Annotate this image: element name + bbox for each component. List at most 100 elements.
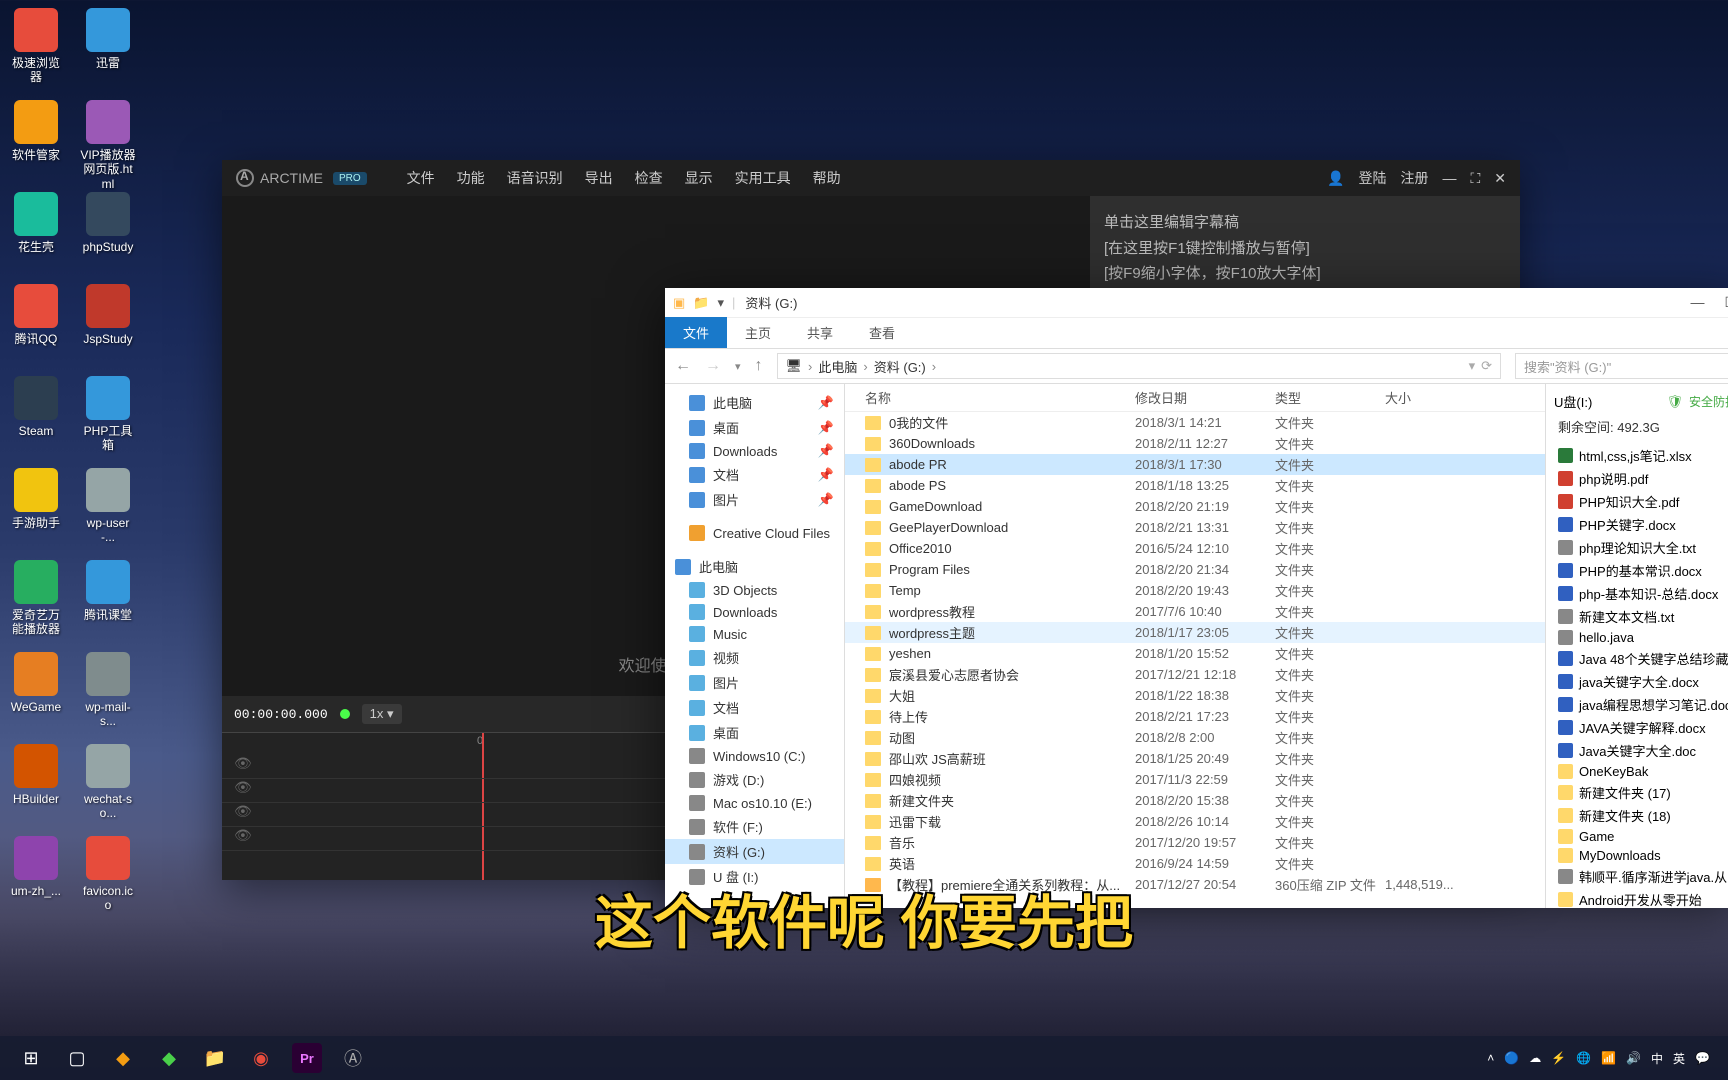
desktop-icon[interactable]: JspStudy [80, 284, 136, 346]
login-link[interactable]: 登陆 [1358, 168, 1386, 188]
file-row[interactable]: 宸溪县爱心志愿者协会2017/12/21 12:18文件夹 [845, 664, 1545, 685]
preview-file-item[interactable]: Java 48个关键字总结珍藏 [1554, 647, 1728, 670]
preview-file-item[interactable]: JAVA关键字解释.docx [1554, 716, 1728, 739]
preview-file-item[interactable]: php理论知识大全.txt [1554, 536, 1728, 559]
sidebar-item[interactable]: 软件 (F:) [665, 814, 844, 839]
desktop-icon[interactable]: 迅雷 [80, 8, 136, 70]
desktop-icon[interactable]: 极速浏览器 [8, 8, 64, 85]
file-row[interactable]: 动图2018/2/8 2:00文件夹 [845, 727, 1545, 748]
file-row[interactable]: abode PR2018/3/1 17:30文件夹 [845, 454, 1545, 475]
sidebar-item[interactable]: 桌面📌 [665, 415, 844, 440]
file-row[interactable]: 四娘视频2017/11/3 22:59文件夹 [845, 769, 1545, 790]
file-row[interactable]: GameDownload2018/2/20 21:19文件夹 [845, 496, 1545, 517]
sidebar-item[interactable]: 文档📌 [665, 462, 844, 487]
sidebar-item[interactable]: Downloads [665, 601, 844, 623]
preview-file-item[interactable]: 新建文件夹 (18) [1554, 804, 1728, 827]
desktop-icon[interactable]: um-zh_... [8, 836, 64, 898]
desktop-icon[interactable]: phpStudy [80, 192, 136, 254]
address-bar[interactable]: 🖥 › 此电脑 › 资料 (G:) › ▾ ⟳ [777, 353, 1501, 379]
preview-file-item[interactable]: php-基本知识-总结.docx [1554, 582, 1728, 605]
tray-icon[interactable]: ⚡ [1551, 1051, 1566, 1065]
desktop-icon[interactable]: PHP工具箱 [80, 376, 136, 453]
desktop-icon[interactable]: HBuilder [8, 744, 64, 806]
register-link[interactable]: 注册 [1400, 168, 1428, 188]
file-row[interactable]: 音乐2017/12/20 19:57文件夹 [845, 832, 1545, 853]
preview-file-item[interactable]: Java关键字大全.doc [1554, 739, 1728, 762]
tray-icon[interactable]: ☁ [1529, 1051, 1541, 1065]
desktop-icon[interactable]: VIP播放器网页版.html [80, 100, 136, 191]
sidebar-item[interactable]: Windows10 (C:) [665, 745, 844, 767]
sidebar-item[interactable]: 资料 (G:) [665, 839, 844, 864]
sidebar-item[interactable]: Downloads📌 [665, 440, 844, 462]
file-row[interactable]: 迅雷下载2018/2/26 10:14文件夹 [845, 811, 1545, 832]
preview-file-item[interactable]: 韩顺平.循序渐进学java.从 [1554, 865, 1728, 888]
sidebar-section-header[interactable]: 此电脑 [665, 554, 844, 579]
file-row[interactable]: 邵山欢 JS高薪班2018/1/25 20:49文件夹 [845, 748, 1545, 769]
minimize-button[interactable]: — [1442, 170, 1456, 186]
menu-item[interactable]: 帮助 [813, 168, 841, 188]
forward-button[interactable]: → [705, 357, 721, 375]
preview-file-item[interactable]: PHP知识大全.pdf [1554, 490, 1728, 513]
ime-lang[interactable]: 英 [1673, 1050, 1685, 1067]
file-row[interactable]: 新建文件夹2018/2/20 15:38文件夹 [845, 790, 1545, 811]
sidebar-item[interactable]: 此电脑📌 [665, 390, 844, 415]
sidebar-item[interactable]: 游戏 (D:) [665, 767, 844, 792]
search-box[interactable]: 搜索"资料 (G:)" [1515, 353, 1728, 379]
minimize-button[interactable]: — [1690, 294, 1704, 311]
preview-file-item[interactable]: 新建文件夹 (17) [1554, 781, 1728, 804]
desktop-icon[interactable]: Steam [8, 376, 64, 438]
menu-item[interactable]: 检查 [635, 168, 663, 188]
preview-file-item[interactable]: hello.java [1554, 628, 1728, 647]
refresh-button[interactable]: ⟳ [1481, 358, 1492, 374]
start-button[interactable]: ⊞ [8, 1039, 54, 1077]
speed-selector[interactable]: 1x ▾ [362, 704, 402, 724]
tray-icon[interactable]: 🌐 [1576, 1051, 1591, 1065]
preview-file-item[interactable]: 新建文本文档.txt [1554, 605, 1728, 628]
ribbon-tab[interactable]: 共享 [789, 317, 851, 348]
back-button[interactable]: ← [675, 357, 691, 375]
preview-file-item[interactable]: MyDownloads [1554, 846, 1728, 865]
sidebar-item[interactable]: Music [665, 623, 844, 645]
taskbar-app[interactable]: ◆ [146, 1039, 192, 1077]
breadcrumb-item[interactable]: 资料 (G:) [874, 357, 926, 376]
file-row[interactable]: Program Files2018/2/20 21:34文件夹 [845, 559, 1545, 580]
menu-item[interactable]: 显示 [685, 168, 713, 188]
file-row[interactable]: Office20102016/5/24 12:10文件夹 [845, 538, 1545, 559]
file-row[interactable]: wordpress教程2017/7/6 10:40文件夹 [845, 601, 1545, 622]
preview-file-item[interactable]: PHP关键字.docx [1554, 513, 1728, 536]
taskbar[interactable]: ⊞ ▢ ◆ ◆ 📁 ◉ Pr Ⓐ ˄ 🔵 ☁ ⚡ 🌐 📶 🔊 中 英 💬 [0, 1036, 1728, 1080]
ribbon-tab[interactable]: 查看 [851, 317, 913, 348]
breadcrumb-item[interactable]: 此电脑 [818, 357, 857, 376]
file-row[interactable]: Temp2018/2/20 19:43文件夹 [845, 580, 1545, 601]
notification-button[interactable]: 💬 [1695, 1051, 1710, 1065]
column-headers[interactable]: 名称 修改日期 类型 大小 [845, 384, 1545, 412]
desktop-icon[interactable]: 手游助手 [8, 468, 64, 530]
col-date[interactable]: 修改日期 [1135, 388, 1275, 407]
tray-icon[interactable]: 📶 [1601, 1051, 1616, 1065]
arctime-taskbar[interactable]: Ⓐ [330, 1039, 376, 1077]
preview-file-item[interactable]: Game [1554, 827, 1728, 846]
preview-file-item[interactable]: OneKeyBak [1554, 762, 1728, 781]
recent-dropdown[interactable]: ▾ [735, 360, 741, 373]
menu-item[interactable]: 功能 [457, 168, 485, 188]
desktop-icon[interactable]: 腾讯课堂 [80, 560, 136, 622]
dropdown-icon[interactable]: ▾ [717, 295, 724, 311]
sidebar-item[interactable]: 桌面 [665, 720, 844, 745]
preview-file-item[interactable]: PHP的基本常识.docx [1554, 559, 1728, 582]
col-name[interactable]: 名称 [865, 388, 1135, 407]
track-visibility-icon[interactable]: 👁 [234, 755, 252, 772]
file-explorer-taskbar[interactable]: 📁 [192, 1039, 238, 1077]
sidebar-item[interactable]: Creative Cloud Files [665, 522, 844, 544]
taskbar-app[interactable]: ◆ [100, 1039, 146, 1077]
tray-icon[interactable]: 🔵 [1504, 1051, 1519, 1065]
explorer-titlebar[interactable]: ▣ 📁 ▾ | 资料 (G:) — ☐ [665, 288, 1728, 318]
sidebar-item[interactable]: 视频 [665, 645, 844, 670]
desktop-icon[interactable]: WeGame [8, 652, 64, 714]
menu-item[interactable]: 语音识别 [507, 168, 563, 188]
file-row[interactable]: GeePlayerDownload2018/2/21 13:31文件夹 [845, 517, 1545, 538]
col-type[interactable]: 类型 [1275, 388, 1385, 407]
file-row[interactable]: 0我的文件2018/3/1 14:21文件夹 [845, 412, 1545, 433]
track-visibility-icon[interactable]: 👁 [234, 827, 252, 844]
file-row[interactable]: yeshen2018/1/20 15:52文件夹 [845, 643, 1545, 664]
track-visibility-icon[interactable]: 👁 [234, 803, 252, 820]
